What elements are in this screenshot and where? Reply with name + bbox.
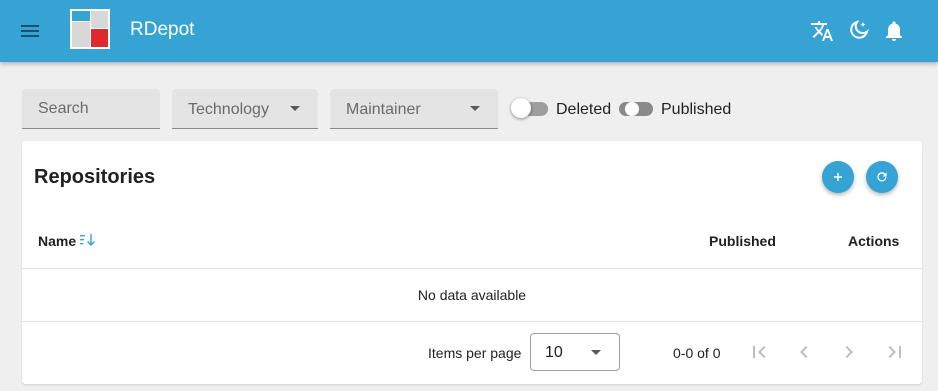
items-per-page-select[interactable]: 10 bbox=[530, 333, 620, 371]
technology-label: Technology bbox=[188, 101, 269, 118]
translate-icon[interactable] bbox=[810, 19, 834, 43]
previous-page-button[interactable] bbox=[792, 340, 816, 364]
pagination-range: 0-0 of 0 bbox=[673, 345, 721, 361]
items-per-page-label: Items per page bbox=[428, 345, 522, 361]
column-header-published: Published bbox=[709, 233, 776, 249]
deleted-label: Deleted bbox=[556, 101, 612, 118]
menu-icon[interactable] bbox=[18, 19, 42, 43]
deleted-toggle[interactable] bbox=[510, 98, 552, 120]
theme-night-icon[interactable] bbox=[846, 19, 870, 43]
first-page-button[interactable] bbox=[747, 340, 771, 364]
page-first-icon bbox=[753, 346, 766, 358]
sort-descending-icon[interactable] bbox=[79, 231, 97, 249]
column-header-actions: Actions bbox=[848, 233, 900, 249]
bell-icon[interactable] bbox=[882, 19, 906, 43]
chevron-left-icon bbox=[800, 346, 808, 358]
divider bbox=[22, 268, 922, 269]
published-label: Published bbox=[661, 101, 732, 118]
app-logo bbox=[70, 9, 110, 49]
toggle-thumb bbox=[625, 102, 639, 116]
chevron-right-icon bbox=[845, 346, 853, 358]
repositories-card: Repositories Name Published Actions No d… bbox=[22, 141, 922, 384]
technology-select[interactable]: Technology bbox=[172, 89, 318, 129]
chevron-down-icon bbox=[470, 106, 480, 111]
published-toggle[interactable] bbox=[615, 98, 657, 120]
maintainer-label: Maintainer bbox=[346, 101, 421, 118]
chevron-down-icon bbox=[290, 106, 300, 111]
app-title: RDepot bbox=[130, 19, 195, 40]
last-page-button[interactable] bbox=[883, 340, 907, 364]
page-last-icon bbox=[888, 346, 901, 358]
next-page-button[interactable] bbox=[837, 340, 861, 364]
column-header-name[interactable]: Name bbox=[38, 233, 76, 249]
maintainer-select[interactable]: Maintainer bbox=[330, 89, 498, 129]
plus-icon bbox=[834, 173, 842, 181]
search-input[interactable] bbox=[22, 89, 160, 128]
empty-state-text: No data available bbox=[417, 287, 527, 303]
card-title: Repositories bbox=[34, 166, 156, 188]
search-field[interactable] bbox=[22, 89, 160, 129]
toggle-thumb bbox=[511, 98, 531, 118]
chevron-down-icon bbox=[591, 350, 601, 355]
app-bar: RDepot bbox=[0, 0, 938, 62]
refresh-button[interactable] bbox=[866, 161, 898, 193]
items-per-page-value: 10 bbox=[545, 344, 563, 361]
refresh-icon bbox=[877, 172, 887, 182]
divider bbox=[22, 321, 922, 322]
add-repository-button[interactable] bbox=[822, 161, 854, 193]
